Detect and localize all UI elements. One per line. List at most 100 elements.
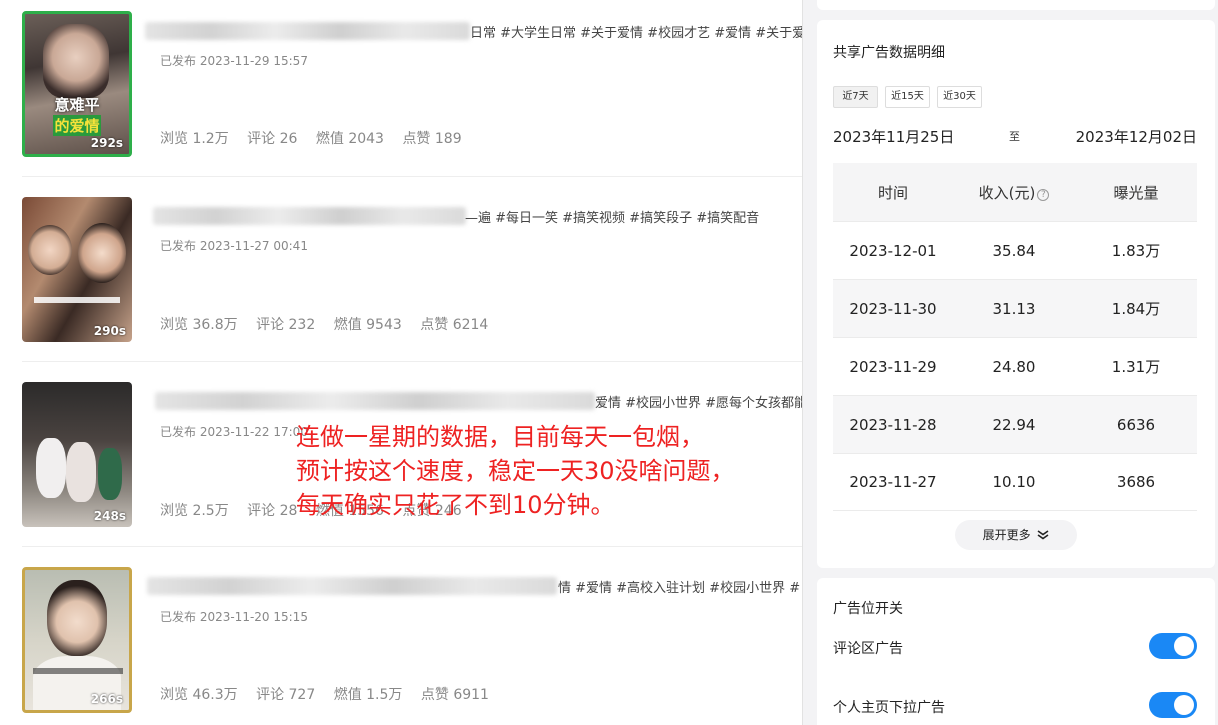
range-30-days-button[interactable]: 近30天 — [937, 86, 982, 108]
switch-label-comment-ad: 评论区广告 — [833, 641, 903, 657]
date-separator: 至 — [1009, 130, 1020, 143]
likes-count: 点赞 6911 — [420, 687, 489, 703]
divider — [22, 361, 802, 362]
profile-ad-toggle[interactable] — [1149, 692, 1197, 718]
table-header: 时间 收入(元)? 曝光量 — [833, 163, 1197, 221]
video-title[interactable]: 日常 #大学生日常 #关于爱情 #校园才艺 #爱情 #关于爱 — [145, 18, 805, 42]
video-thumbnail[interactable]: 248s — [22, 382, 132, 527]
row-exposure: 1.31万 — [1111, 358, 1161, 376]
video-list: 意难平 的爱情 292s 日常 #大学生日常 #关于爱情 #校园才艺 #爱情 #… — [0, 0, 808, 725]
thumb-figure — [28, 225, 72, 275]
row-income: 35.84 — [992, 241, 1036, 260]
video-thumbnail[interactable]: 266s — [22, 567, 132, 713]
thumb-figure — [78, 223, 126, 283]
video-tags: —遍 #每日一笑 #搞笑视频 #搞笑段子 #搞笑配音 — [465, 211, 760, 226]
header-exposure: 曝光量 — [1113, 183, 1159, 202]
views-count: 浏览 2.5万 — [160, 503, 229, 519]
end-date[interactable]: 2023年12月02日 — [1076, 126, 1197, 147]
fuel-count: 燃值 9543 — [333, 317, 402, 333]
views-count: 浏览 46.3万 — [160, 687, 238, 703]
views-count: 浏览 1.2万 — [160, 131, 229, 147]
video-tags: 日常 #大学生日常 #关于爱情 #校园才艺 #爱情 #关于爱 — [470, 26, 806, 41]
start-date[interactable]: 2023年11月25日 — [833, 126, 954, 147]
row-date: 2023-11-30 — [849, 299, 937, 318]
row-date: 2023-11-27 — [849, 473, 937, 491]
chevron-double-down-icon — [1037, 530, 1049, 540]
toggle-knob — [1174, 695, 1194, 715]
video-duration: 292s — [90, 136, 123, 150]
video-tags: 情 #爱情 #高校入驻计划 #校园小世界 # — [558, 581, 801, 596]
video-thumbnail[interactable]: 290s — [22, 197, 132, 342]
blurred-title — [153, 207, 466, 225]
table-row: 2023-11-28 22.94 6636 — [833, 395, 1197, 453]
video-stats: 浏览 36.8万 评论 232 燃值 9543 点赞 6214 — [160, 314, 502, 334]
thumb-figure — [36, 438, 66, 498]
thumb-figure — [47, 580, 107, 656]
row-exposure: 6636 — [1116, 415, 1156, 434]
publish-time: 已发布 2023-11-22 17:00 — [160, 425, 308, 439]
help-circle-icon[interactable]: ? — [1037, 188, 1050, 201]
video-duration: 290s — [93, 324, 126, 338]
likes-count: 点赞 189 — [402, 131, 462, 147]
row-date: 2023-12-01 — [849, 241, 937, 260]
range-7-days-button[interactable]: 近7天 — [833, 86, 878, 108]
annotation-overlay: 连做一星期的数据，目前每天一包烟， 预计按这个速度，稳定一天30没啥问题， 每天… — [296, 420, 735, 522]
range-15-days-button[interactable]: 近15天 — [885, 86, 930, 108]
annotation-line: 每天确实只花了不到10分钟。 — [296, 491, 615, 519]
expand-more-label: 展开更多 — [982, 528, 1031, 542]
blurred-title — [155, 392, 595, 410]
thumb-figure — [43, 24, 109, 98]
row-income: 24.80 — [992, 357, 1036, 376]
video-title[interactable]: —遍 #每日一笑 #搞笑视频 #搞笑段子 #搞笑配音 — [145, 203, 805, 227]
video-thumbnail[interactable]: 意难平 的爱情 292s — [22, 11, 132, 157]
panel-title: 共享广告数据明细 — [833, 45, 945, 61]
table-row: 2023-12-01 35.84 1.83万 — [833, 221, 1197, 279]
row-income: 22.94 — [992, 415, 1036, 434]
blurred-title — [147, 577, 557, 595]
video-stats: 浏览 1.2万 评论 26 燃值 2043 点赞 189 — [160, 128, 476, 148]
table-row: 2023-11-29 24.80 1.31万 — [833, 337, 1197, 395]
blurred-title — [145, 22, 470, 40]
comments-count: 评论 28 — [247, 503, 298, 519]
comments-count: 评论 727 — [256, 687, 316, 703]
switch-label-profile-ad: 个人主页下拉广告 — [833, 700, 945, 716]
fuel-count: 燃值 1.5万 — [333, 687, 403, 703]
header-time: 时间 — [877, 183, 908, 202]
views-count: 浏览 36.8万 — [160, 317, 238, 333]
divider — [22, 176, 802, 177]
toggle-knob — [1174, 636, 1194, 656]
row-exposure: 3686 — [1116, 473, 1156, 491]
video-duration: 266s — [90, 692, 123, 706]
comment-ad-toggle[interactable] — [1149, 633, 1197, 659]
thumb-subtitle-bar — [33, 668, 123, 674]
annotation-line: 预计按这个速度，稳定一天30没啥问题， — [296, 457, 735, 485]
thumb-caption: 的爱情 — [53, 115, 101, 136]
comments-count: 评论 232 — [256, 317, 316, 333]
video-duration: 248s — [93, 509, 126, 523]
row-exposure: 1.84万 — [1111, 300, 1161, 318]
divider — [22, 546, 802, 547]
header-income: 收入(元)? — [953, 182, 1075, 203]
ad-data-table: 时间 收入(元)? 曝光量 2023-12-01 35.84 1.83万 202… — [833, 163, 1197, 511]
annotation-line: 连做一星期的数据，目前每天一包烟， — [296, 423, 704, 451]
likes-count: 点赞 6214 — [420, 317, 489, 333]
row-income: 10.10 — [992, 473, 1036, 491]
video-title[interactable]: 情 #爱情 #高校入驻计划 #校园小世界 # — [145, 573, 805, 597]
switch-card-title: 广告位开关 — [833, 601, 903, 617]
table-row: 2023-11-30 31.13 1.84万 — [833, 279, 1197, 337]
publish-time: 已发布 2023-11-20 15:15 — [160, 610, 308, 624]
header-income-label: 收入(元) — [978, 183, 1036, 202]
ad-data-card: 共享广告数据明细 近7天 近15天 近30天 2023年11月25日 至 202… — [817, 20, 1215, 568]
fuel-count: 燃值 2043 — [315, 131, 384, 147]
thumb-figure — [66, 442, 96, 502]
comments-count: 评论 26 — [247, 131, 298, 147]
thumb-subtitle-bar — [34, 297, 120, 303]
video-title[interactable]: 爱情 #校园小世界 #愿每个女孩都能 — [145, 388, 808, 412]
publish-time: 已发布 2023-11-29 15:57 — [160, 54, 308, 68]
expand-more-button[interactable]: 展开更多 — [955, 520, 1077, 550]
ad-data-panel: 共享广告数据明细 近7天 近15天 近30天 2023年11月25日 至 202… — [802, 0, 1218, 725]
video-stats: 浏览 46.3万 评论 727 燃值 1.5万 点赞 6911 — [160, 684, 503, 704]
top-card — [817, 0, 1215, 10]
row-income: 31.13 — [992, 299, 1036, 318]
video-tags: 爱情 #校园小世界 #愿每个女孩都能 — [595, 396, 808, 411]
